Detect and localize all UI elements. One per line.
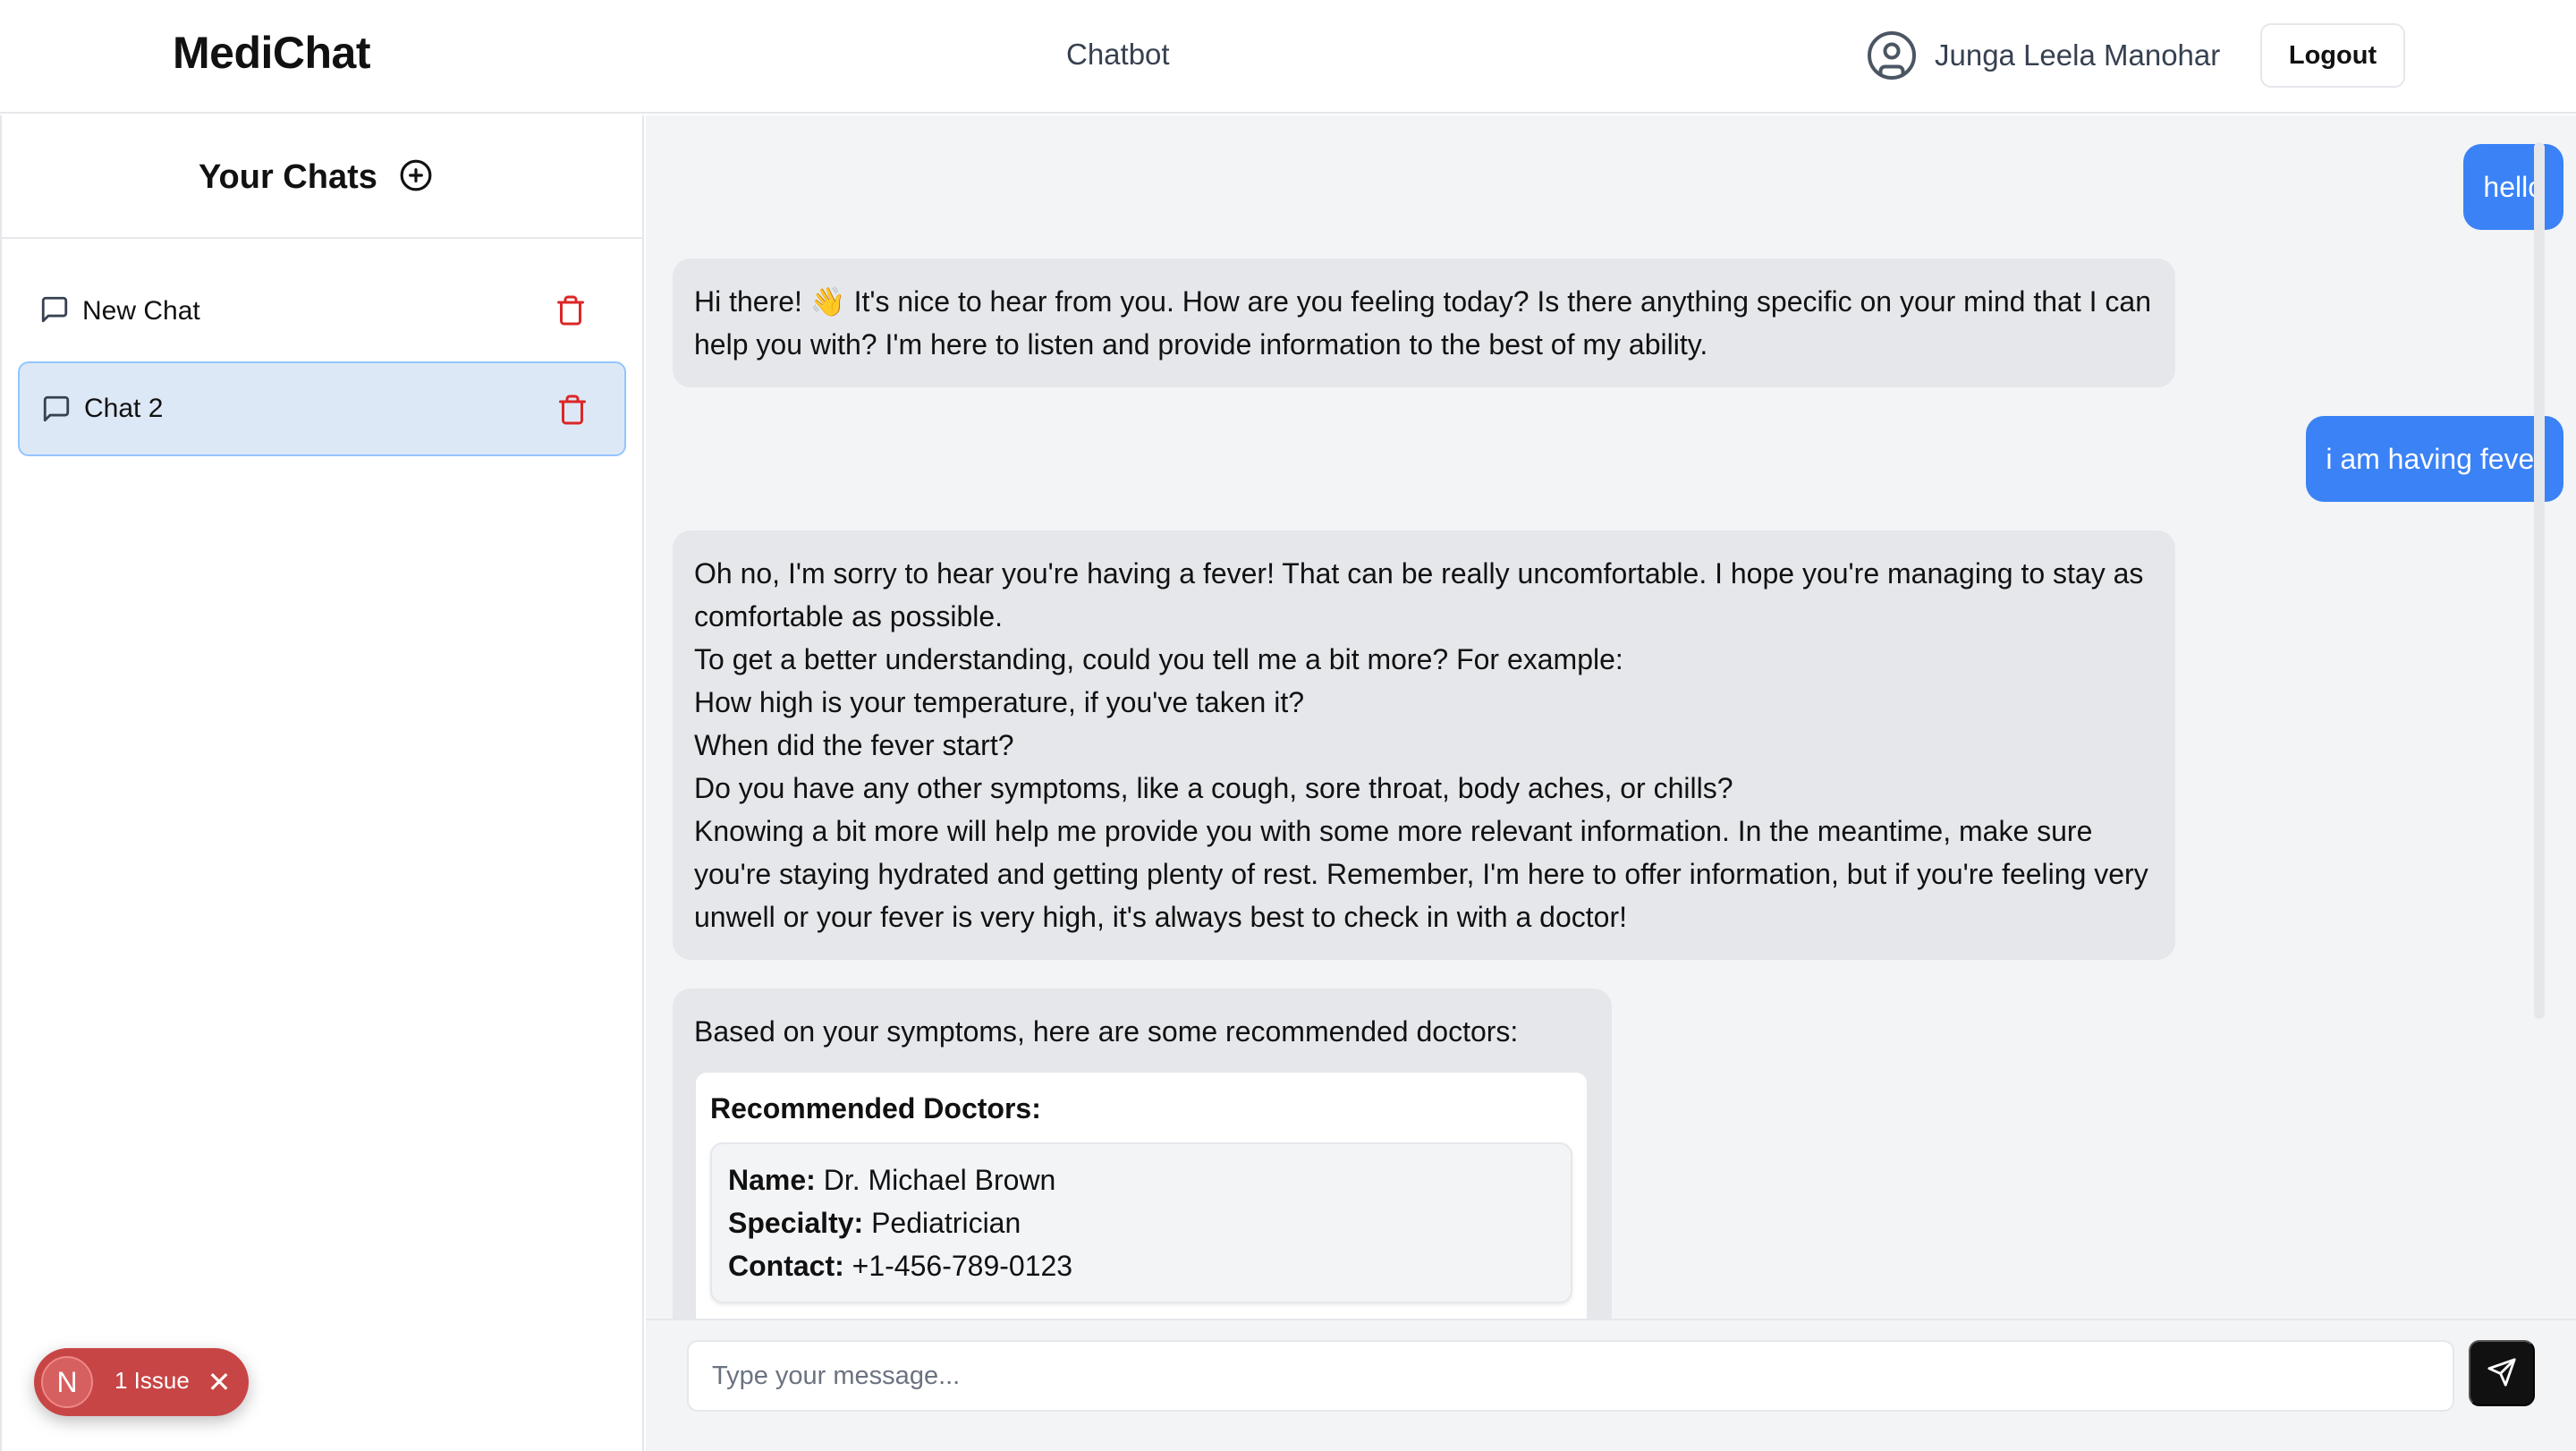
send-button[interactable] bbox=[2469, 1340, 2535, 1406]
doctor-specialty: Pediatrician bbox=[871, 1207, 1021, 1239]
card-title: Recommended Doctors: bbox=[710, 1092, 1041, 1124]
sidebar-item-new-chat[interactable]: New Chat bbox=[18, 264, 626, 359]
trash-icon[interactable] bbox=[556, 393, 589, 427]
field-label: Specialty: bbox=[728, 1207, 864, 1239]
user-circle-icon bbox=[1865, 29, 1919, 82]
doctor-contact-row: Contact: +1-456-789-0123 bbox=[728, 1244, 1555, 1287]
user-message: hello bbox=[2463, 144, 2563, 230]
bot-message-line: Hi there! 👋 It's nice to hear from you. … bbox=[694, 285, 2151, 361]
sidebar-title: Your Chats bbox=[199, 158, 377, 196]
send-icon bbox=[2487, 1357, 2517, 1390]
doctor-contact: +1-456-789-0123 bbox=[852, 1250, 1073, 1282]
doctor-entry: Name: Dr. Michael Brown Specialty: Pedia… bbox=[710, 1142, 1572, 1303]
user-profile[interactable]: Junga Leela Manohar bbox=[1865, 27, 2220, 84]
bot-message-line: Based on your symptoms, here are some re… bbox=[694, 1015, 1519, 1048]
issue-count[interactable]: 1 Issue bbox=[114, 1367, 190, 1395]
chat-sidebar: Your Chats New Chat Chat 2 bbox=[0, 115, 644, 1451]
sidebar-item-chat-2[interactable]: Chat 2 bbox=[18, 361, 626, 456]
trash-icon[interactable] bbox=[555, 293, 587, 327]
scrollbar[interactable] bbox=[2534, 142, 2545, 1019]
bot-message: Oh no, I'm sorry to hear you're having a… bbox=[673, 530, 2175, 960]
plus-circle-icon[interactable] bbox=[399, 158, 433, 192]
chat-item-label: New Chat bbox=[82, 296, 200, 326]
top-navbar: MediChat Chatbot Junga Leela Manohar Log… bbox=[0, 0, 2576, 114]
bot-message-line: Oh no, I'm sorry to hear you're having a… bbox=[694, 557, 2144, 632]
recommended-doctors-card: Recommended Doctors: Name: Dr. Michael B… bbox=[694, 1071, 1589, 1319]
sidebar-header: Your Chats bbox=[2, 115, 644, 239]
bot-message-doctors: Based on your symptoms, here are some re… bbox=[673, 989, 1612, 1319]
bot-message: Hi there! 👋 It's nice to hear from you. … bbox=[673, 259, 2175, 387]
chat-panel: hello Hi there! 👋 It's nice to hear from… bbox=[646, 115, 2576, 1451]
bot-message-line: To get a better understanding, could you… bbox=[694, 643, 1623, 675]
doctor-specialty-row: Specialty: Pediatrician bbox=[728, 1201, 1555, 1244]
field-label: Name: bbox=[728, 1164, 816, 1196]
close-icon[interactable]: ✕ bbox=[204, 1364, 234, 1400]
bot-message-line: Do you have any other symptoms, like a c… bbox=[694, 772, 1733, 804]
issue-badge[interactable]: N 1 Issue ✕ bbox=[34, 1348, 249, 1416]
field-label: Contact: bbox=[728, 1250, 844, 1282]
chat-item-label: Chat 2 bbox=[84, 394, 164, 423]
doctor-name-row: Name: Dr. Michael Brown bbox=[728, 1158, 1555, 1201]
bot-message-line: How high is your temperature, if you've … bbox=[694, 686, 1304, 718]
brand-logo[interactable]: MediChat bbox=[173, 27, 371, 79]
nav-link-chatbot[interactable]: Chatbot bbox=[1066, 38, 1170, 72]
message-square-icon bbox=[39, 294, 70, 325]
message-list: hello Hi there! 👋 It's nice to hear from… bbox=[646, 115, 2576, 1319]
message-square-icon bbox=[41, 394, 72, 424]
user-name: Junga Leela Manohar bbox=[1935, 38, 2221, 72]
doctor-name: Dr. Michael Brown bbox=[823, 1164, 1056, 1196]
issue-initial: N bbox=[41, 1356, 93, 1408]
logout-button[interactable]: Logout bbox=[2260, 23, 2405, 88]
message-input[interactable] bbox=[687, 1340, 2454, 1412]
user-message: i am having fever bbox=[2306, 416, 2563, 502]
bot-message-line: Knowing a bit more will help me provide … bbox=[694, 815, 2148, 933]
bot-message-line: When did the fever start? bbox=[694, 729, 1014, 761]
composer bbox=[646, 1319, 2576, 1451]
